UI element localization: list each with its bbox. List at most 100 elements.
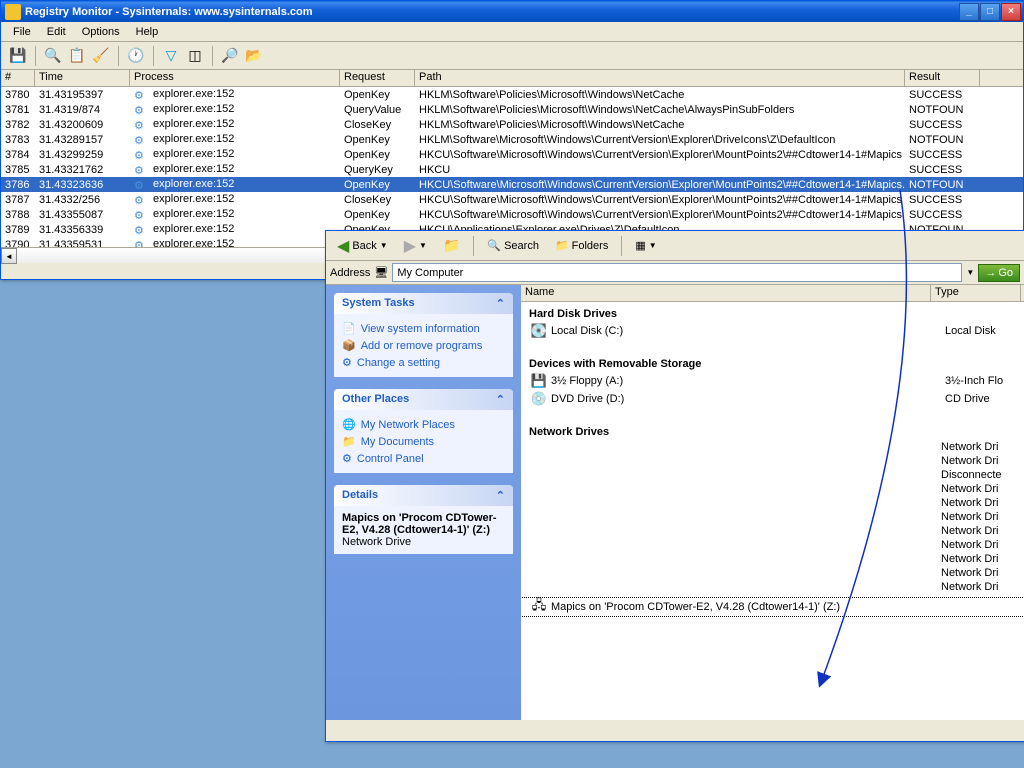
network-drive-item[interactable]: Network Dri bbox=[521, 580, 1024, 594]
details-box: Details ⌃ Mapics on 'Procom CDTower-E2, V… bbox=[334, 485, 513, 554]
network-drive-item[interactable]: Network Dri bbox=[521, 440, 1024, 454]
col-type[interactable]: Type bbox=[931, 285, 1021, 301]
network-drive-item[interactable]: Network Dri bbox=[521, 524, 1024, 538]
hdd-icon: 💽 bbox=[531, 323, 547, 339]
group-network: Network Drives bbox=[521, 420, 1024, 440]
menu-edit[interactable]: Edit bbox=[39, 24, 74, 40]
documents-icon: 📁 bbox=[342, 435, 356, 448]
jump-icon[interactable]: 📂 bbox=[243, 45, 265, 67]
col-process[interactable]: Process bbox=[130, 70, 340, 86]
table-row[interactable]: 378031.43195397 explorer.exe:152OpenKeyH… bbox=[1, 87, 1023, 102]
add-remove-programs[interactable]: 📦Add or remove programs bbox=[342, 337, 505, 354]
address-input[interactable] bbox=[392, 263, 962, 282]
network-drive-item[interactable]: Network Dri bbox=[521, 538, 1024, 552]
menu-file[interactable]: File bbox=[5, 24, 39, 40]
network-drive-item[interactable]: Network Dri bbox=[521, 454, 1024, 468]
group-hdd: Hard Disk Drives bbox=[521, 302, 1024, 322]
menu-options[interactable]: Options bbox=[74, 24, 128, 40]
system-tasks-title: System Tasks bbox=[342, 297, 415, 310]
address-label: Address bbox=[330, 267, 370, 279]
folders-button[interactable]: 📁Folders bbox=[548, 235, 615, 256]
view-system-info[interactable]: 📄View system information bbox=[342, 320, 505, 337]
regmon-titlebar[interactable]: Registry Monitor - Sysinternals: www.sys… bbox=[1, 1, 1023, 22]
settings-icon: ⚙ bbox=[342, 356, 352, 369]
change-setting[interactable]: ⚙Change a setting bbox=[342, 354, 505, 371]
details-type: Network Drive bbox=[342, 536, 505, 548]
table-row[interactable]: 378231.43200609 explorer.exe:152CloseKey… bbox=[1, 117, 1023, 132]
menu-help[interactable]: Help bbox=[128, 24, 167, 40]
address-dropdown-icon[interactable]: ▼ bbox=[966, 268, 974, 277]
col-time[interactable]: Time bbox=[35, 70, 130, 86]
other-places-box: Other Places ⌃ 🌐My Network Places 📁My Doc… bbox=[334, 389, 513, 473]
maximize-button[interactable]: □ bbox=[980, 3, 1000, 21]
explorer-columns: Name Type bbox=[521, 285, 1024, 302]
col-num[interactable]: # bbox=[1, 70, 35, 86]
network-drive-item[interactable]: Disconnecte bbox=[521, 468, 1024, 482]
collapse-icon[interactable]: ⌃ bbox=[496, 393, 505, 406]
table-row[interactable]: 378631.43323636 explorer.exe:152OpenKeyH… bbox=[1, 177, 1023, 192]
explorer-sidepanel: System Tasks ⌃ 📄View system information 📦… bbox=[326, 285, 521, 720]
dvd-icon: 💿 bbox=[531, 391, 547, 407]
regmon-header: # Time Process Request Path Result bbox=[1, 70, 1023, 87]
regmon-rows[interactable]: 378031.43195397 explorer.exe:152OpenKeyH… bbox=[1, 87, 1023, 247]
views-button[interactable]: ▦▼ bbox=[628, 235, 663, 256]
network-places[interactable]: 🌐My Network Places bbox=[342, 416, 505, 433]
table-row[interactable]: 378831.43355087 explorer.exe:152OpenKeyH… bbox=[1, 207, 1023, 222]
drive-local-c[interactable]: 💽 Local Disk (C:) Local Disk bbox=[521, 322, 1024, 340]
table-row[interactable]: 378731.4332/256 explorer.exe:152CloseKey… bbox=[1, 192, 1023, 207]
col-result[interactable]: Result bbox=[905, 70, 980, 86]
clear-icon[interactable]: 🧹 bbox=[90, 45, 112, 67]
floppy-icon: 💾 bbox=[531, 373, 547, 389]
col-request[interactable]: Request bbox=[340, 70, 415, 86]
explorer-toolbar: ◀Back▼ ▶▼ 📁 🔍Search 📁Folders ▦▼ bbox=[326, 231, 1024, 261]
back-button[interactable]: ◀Back▼ bbox=[330, 232, 395, 260]
network-drive-item[interactable]: Network Dri bbox=[521, 510, 1024, 524]
network-drive-item[interactable]: Network Dri bbox=[521, 552, 1024, 566]
go-button[interactable]: →Go bbox=[978, 264, 1020, 282]
address-bar: Address 🖥 ▼ →Go bbox=[326, 261, 1024, 285]
autoscroll-icon[interactable]: 📋 bbox=[66, 45, 88, 67]
col-name[interactable]: Name bbox=[521, 285, 931, 301]
forward-button[interactable]: ▶▼ bbox=[397, 232, 434, 260]
drive-mapics-z[interactable]: 🖧 Mapics on 'Procom CDTower-E2, V4.28 (C… bbox=[521, 598, 1024, 616]
close-button[interactable]: × bbox=[1001, 3, 1021, 21]
search-button[interactable]: 🔍Search bbox=[480, 235, 546, 256]
system-tasks-box: System Tasks ⌃ 📄View system information 📦… bbox=[334, 293, 513, 377]
network-drive-item[interactable]: Network Dri bbox=[521, 496, 1024, 510]
regmon-menubar: File Edit Options Help bbox=[1, 22, 1023, 42]
clock-icon[interactable]: 🕐 bbox=[125, 45, 147, 67]
regmon-toolbar: 💾 🔍 📋 🧹 🕐 ▽ ◫ 🔎 📂 bbox=[1, 42, 1023, 70]
find-icon[interactable]: 🔎 bbox=[219, 45, 241, 67]
table-row[interactable]: 378131.4319/874 explorer.exe:152QueryVal… bbox=[1, 102, 1023, 117]
programs-icon: 📦 bbox=[342, 339, 356, 352]
capture-icon[interactable]: 🔍 bbox=[42, 45, 64, 67]
other-places-title: Other Places bbox=[342, 393, 409, 406]
save-icon[interactable]: 💾 bbox=[7, 45, 29, 67]
network-icon: 🌐 bbox=[342, 418, 356, 431]
filter-icon[interactable]: ▽ bbox=[160, 45, 182, 67]
drive-floppy-a[interactable]: 💾 3½ Floppy (A:) 3½-Inch Flo bbox=[521, 372, 1024, 390]
explorer-window: ◀Back▼ ▶▼ 📁 🔍Search 📁Folders ▦▼ Address … bbox=[325, 230, 1024, 742]
collapse-icon[interactable]: ⌃ bbox=[496, 489, 505, 502]
group-removable: Devices with Removable Storage bbox=[521, 352, 1024, 372]
network-drive-item[interactable]: Network Dri bbox=[521, 482, 1024, 496]
explorer-main[interactable]: Name Type Hard Disk Drives 💽 Local Disk … bbox=[521, 285, 1024, 720]
table-row[interactable]: 378431.43299259 explorer.exe:152OpenKeyH… bbox=[1, 147, 1023, 162]
minimize-button[interactable]: _ bbox=[959, 3, 979, 21]
up-button[interactable]: 📁 bbox=[436, 233, 467, 258]
info-icon: 📄 bbox=[342, 322, 356, 335]
regmon-app-icon bbox=[5, 4, 21, 20]
network-drive-item[interactable]: Network Dri bbox=[521, 566, 1024, 580]
my-documents[interactable]: 📁My Documents bbox=[342, 433, 505, 450]
highlight-icon[interactable]: ◫ bbox=[184, 45, 206, 67]
drive-dvd-d[interactable]: 💿 DVD Drive (D:) CD Drive bbox=[521, 390, 1024, 408]
col-path[interactable]: Path bbox=[415, 70, 905, 86]
collapse-icon[interactable]: ⌃ bbox=[496, 297, 505, 310]
control-panel[interactable]: ⚙Control Panel bbox=[342, 450, 505, 467]
table-row[interactable]: 378331.43289157 explorer.exe:152OpenKeyH… bbox=[1, 132, 1023, 147]
details-title: Details bbox=[342, 489, 378, 502]
table-row[interactable]: 378531.43321762 explorer.exe:152QueryKey… bbox=[1, 162, 1023, 177]
details-name: Mapics on 'Procom CDTower-E2, V4.28 (Cdt… bbox=[342, 512, 505, 536]
mycomputer-icon: 🖥 bbox=[374, 266, 388, 279]
control-panel-icon: ⚙ bbox=[342, 452, 352, 465]
